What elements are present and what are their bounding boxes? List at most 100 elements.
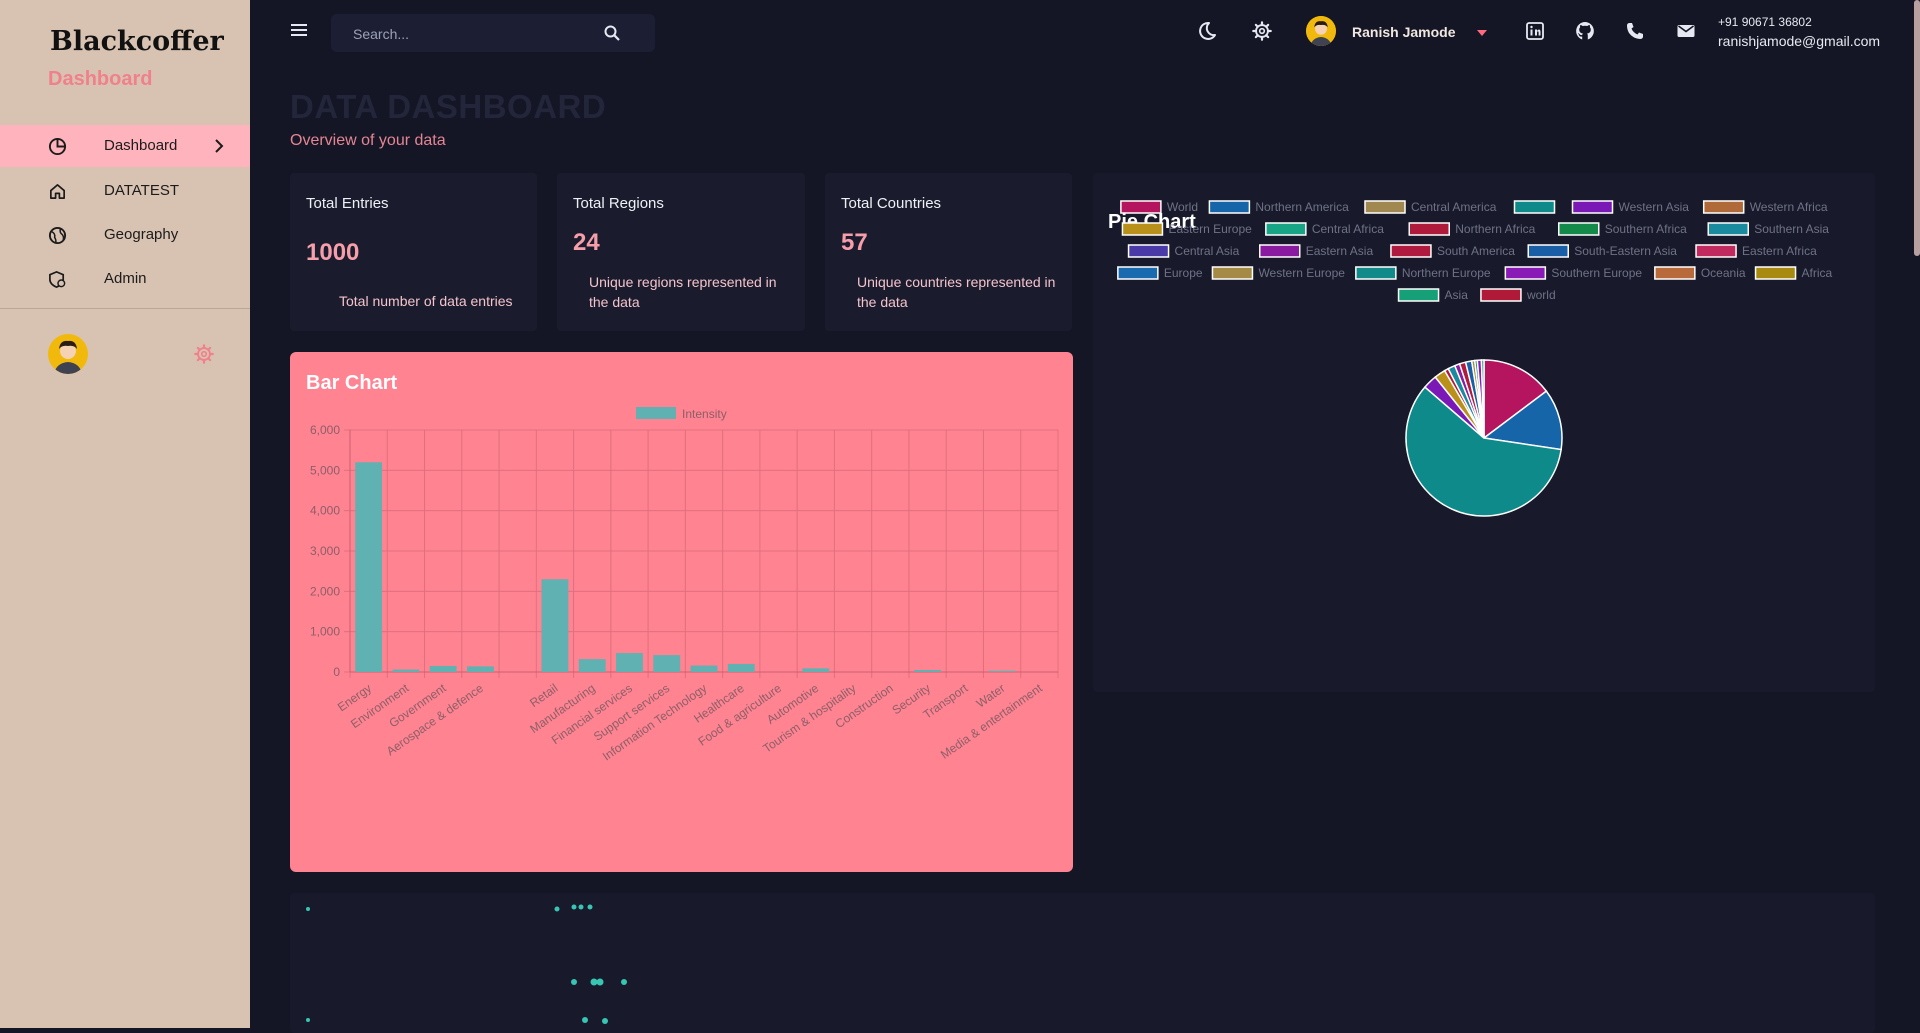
y-tick-label: 5,000 <box>310 463 340 477</box>
menu-icon[interactable] <box>290 22 308 38</box>
user-name[interactable]: Ranish Jamode <box>1352 24 1455 40</box>
gear-icon[interactable] <box>193 343 215 365</box>
legend-swatch <box>1527 244 1569 258</box>
settings-gear-icon[interactable] <box>1251 20 1273 42</box>
legend-swatch <box>1390 244 1432 258</box>
legend-label: Central Asia <box>1175 244 1240 258</box>
sidebar-item-datatest[interactable]: DATATEST <box>0 170 250 212</box>
legend-label: Northern America <box>1255 200 1349 214</box>
legend-label: South-Eastern Asia <box>1574 244 1677 258</box>
bar <box>355 462 383 672</box>
y-tick-label: 6,000 <box>310 423 340 437</box>
legend-label: Asia <box>1445 288 1469 302</box>
legend-label: Central America <box>1411 200 1497 214</box>
page-title: DATA DASHBOARD <box>290 88 607 125</box>
legend-label: Southern Europe <box>1551 266 1642 280</box>
y-tick-label: 3,000 <box>310 544 340 558</box>
sidebar-item-admin[interactable]: Admin <box>0 258 250 300</box>
search-bar <box>331 14 655 52</box>
dark-mode-moon-icon[interactable] <box>1196 20 1218 42</box>
legend-swatch <box>1211 266 1254 280</box>
email-icon[interactable] <box>1675 20 1697 42</box>
scatter-point <box>306 1018 310 1022</box>
legend-swatch <box>1120 200 1162 214</box>
scatter-point <box>306 907 310 911</box>
legend-swatch <box>1397 288 1440 302</box>
bar <box>727 663 755 672</box>
user-avatar-icon <box>1306 16 1336 46</box>
legend-label: Western Asia <box>1619 200 1690 214</box>
legend-swatch <box>1695 244 1737 258</box>
linkedin-icon[interactable] <box>1524 20 1546 42</box>
legend-swatch <box>1364 200 1406 214</box>
caret-down-icon[interactable] <box>1476 29 1488 37</box>
github-icon[interactable] <box>1574 20 1596 42</box>
brand-logo: Blackcoffer <box>50 26 224 57</box>
legend-label: Africa <box>1802 266 1833 280</box>
stat-card-total-regions: Total Regions 24 Unique regions represen… <box>557 173 805 331</box>
legend-swatch <box>636 407 676 419</box>
legend-swatch <box>1654 266 1696 280</box>
legend-swatch <box>1558 222 1600 236</box>
legend-swatch <box>1702 200 1745 214</box>
globe-icon <box>48 226 67 245</box>
pie-chart: World Northern America Central America West… <box>1117 200 1833 517</box>
legend-label: Europe <box>1164 266 1203 280</box>
phone-icon[interactable] <box>1624 20 1646 42</box>
scatter-point <box>582 1017 588 1023</box>
legend-swatch <box>1127 244 1170 258</box>
avatar[interactable] <box>48 334 88 374</box>
sidebar-item-label: Admin <box>104 270 147 287</box>
stat-card-value: 1000 <box>306 239 360 266</box>
legend-label: Southern Africa <box>1605 222 1687 236</box>
pie-chart-icon <box>48 137 67 156</box>
legend-label: South America <box>1437 244 1515 258</box>
legend-swatch <box>1408 222 1450 236</box>
legend-swatch <box>1265 222 1307 236</box>
search-icon[interactable] <box>603 24 621 42</box>
bar-chart: Intensity 0 1,000 2,000 3,000 4,000 5,000 6,000… <box>310 407 1059 764</box>
legend-swatch <box>1259 244 1301 258</box>
legend-swatch <box>1121 222 1164 236</box>
sidebar-item-dashboard[interactable]: Dashboard <box>0 125 250 167</box>
bar <box>914 669 941 672</box>
scatter-point <box>578 904 584 910</box>
bar-chart-panel: Bar Chart Intensity 0 1,000 2,000 3,000 4,000… <box>290 352 1073 872</box>
legend-label: Eastern Africa <box>1742 244 1817 258</box>
page-scrollbar[interactable] <box>1914 0 1920 256</box>
contact-email[interactable]: ranishjamode@gmail.com <box>1718 33 1880 49</box>
admin-shield-icon <box>49 270 66 289</box>
bar <box>429 665 457 672</box>
stat-card-total-countries: Total Countries 57 Unique countries repr… <box>825 173 1072 331</box>
legend-swatch <box>1117 266 1159 280</box>
scatter-point <box>602 1018 608 1024</box>
legend-swatch <box>1208 200 1251 214</box>
bar <box>988 670 1016 672</box>
legend-label: world <box>1526 288 1556 302</box>
legend-label: Eastern Europe <box>1168 222 1252 236</box>
legend-label: Oceania <box>1701 266 1746 280</box>
bar <box>578 659 606 672</box>
legend-swatch <box>1504 266 1547 280</box>
bar <box>653 655 681 672</box>
sidebar-item-label: Dashboard <box>104 137 178 154</box>
legend-swatch <box>1513 200 1556 214</box>
bar <box>802 668 830 672</box>
stat-card-description: Total number of data entries <box>339 293 513 309</box>
contact-phone[interactable]: +91 90671 36802 <box>1718 15 1812 29</box>
scatter-point <box>554 906 560 912</box>
scatter-point <box>596 978 604 986</box>
legend-swatch <box>1480 288 1522 302</box>
legend-label: Southern Asia <box>1754 222 1829 236</box>
stat-card-title: Total Regions <box>573 195 664 212</box>
stat-card-title: Total Entries <box>306 195 389 212</box>
legend-label: Central Africa <box>1312 222 1384 236</box>
chevron-right-icon <box>215 139 224 153</box>
stat-card-total-entries: Total Entries 1000 Total number of data … <box>290 173 537 331</box>
user-avatar[interactable] <box>1306 16 1336 46</box>
user-avatar-icon <box>48 334 88 374</box>
search-input[interactable] <box>351 23 595 45</box>
bottom-chart-marks <box>306 904 627 1024</box>
stat-card-title: Total Countries <box>841 195 942 212</box>
sidebar-item-geography[interactable]: Geography <box>0 214 250 256</box>
